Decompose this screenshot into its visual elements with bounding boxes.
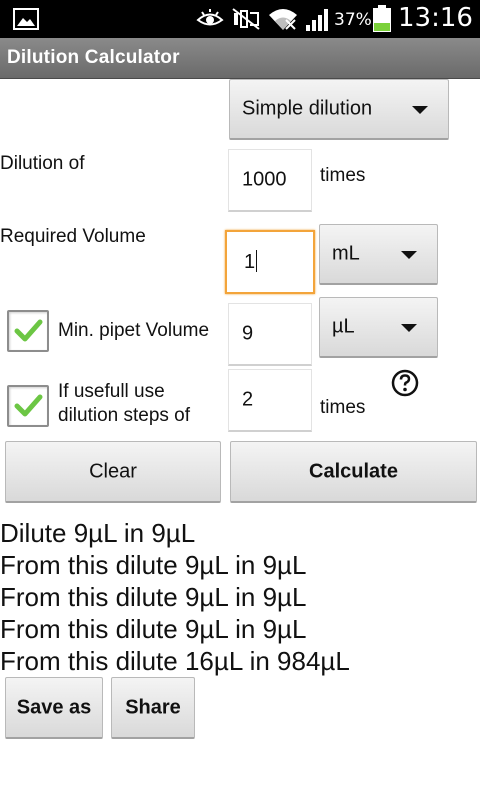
save-as-button-label: Save as xyxy=(16,696,92,718)
mute-icon xyxy=(231,7,261,36)
dilution-mode-spinner[interactable]: Simple dilution xyxy=(229,79,449,140)
dilution-steps-checkbox[interactable] xyxy=(7,385,49,427)
dilution-steps-label-line1: If usefull use xyxy=(58,381,165,402)
save-as-button[interactable]: Save as xyxy=(5,677,103,739)
text-cursor xyxy=(256,250,258,272)
min-pipet-checkbox[interactable] xyxy=(7,310,49,352)
required-volume-value: 1 xyxy=(244,251,256,273)
required-volume-unit: mL xyxy=(332,242,360,265)
signal-icon xyxy=(304,6,332,37)
share-button-label: Share xyxy=(125,696,181,718)
picture-icon xyxy=(13,8,39,35)
min-pipet-unit-spinner[interactable]: µL xyxy=(319,297,438,358)
clear-button-label: Clear xyxy=(89,460,137,482)
caret-down-icon xyxy=(412,106,428,114)
battery-icon xyxy=(371,5,393,38)
app-title: Dilution Calculator xyxy=(7,47,180,68)
dilution-steps-input[interactable]: 2 xyxy=(228,369,312,432)
min-pipet-value: 9 xyxy=(242,322,254,345)
min-pipet-label: Min. pipet Volume xyxy=(58,320,210,341)
caret-down-icon xyxy=(401,324,417,332)
dilution-mode-value: Simple dilution xyxy=(242,97,373,120)
result-line: Dilute 9µL in 9µL xyxy=(0,518,196,548)
dilution-of-label: Dilution of xyxy=(0,153,85,174)
app-title-bar: Dilution Calculator xyxy=(0,38,480,79)
battery-percent: 37% xyxy=(334,10,372,30)
min-pipet-unit: µL xyxy=(332,315,355,338)
calculate-button[interactable]: Calculate xyxy=(230,441,477,503)
checkmark-icon xyxy=(14,394,43,417)
checkmark-icon xyxy=(14,319,43,342)
result-line: From this dilute 9µL in 9µL xyxy=(0,582,307,612)
dilution-steps-value: 2 xyxy=(242,388,254,411)
share-button[interactable]: Share xyxy=(111,677,195,739)
dilution-of-unit: times xyxy=(320,165,366,186)
dilution-factor-input[interactable]: 1000 xyxy=(228,149,312,212)
required-volume-input[interactable]: 1 xyxy=(225,230,315,294)
help-icon[interactable] xyxy=(391,369,419,402)
min-pipet-input[interactable]: 9 xyxy=(228,303,312,366)
eye-icon xyxy=(196,8,224,35)
result-line: From this dilute 9µL in 9µL xyxy=(0,550,307,580)
dilution-factor-value: 1000 xyxy=(242,168,287,191)
required-volume-label: Required Volume xyxy=(0,226,146,247)
dilution-steps-label-line2: dilution steps of xyxy=(58,405,191,426)
dilution-steps-unit: times xyxy=(320,397,366,418)
calculate-button-label: Calculate xyxy=(309,460,398,482)
status-time: 13:16 xyxy=(398,3,473,33)
status-bar: 37% 13:16 xyxy=(0,0,480,38)
clear-button[interactable]: Clear xyxy=(5,441,221,503)
result-line: From this dilute 9µL in 9µL xyxy=(0,614,307,644)
caret-down-icon xyxy=(401,251,417,259)
required-volume-unit-spinner[interactable]: mL xyxy=(319,224,438,285)
wifi-icon xyxy=(268,6,298,37)
result-line: From this dilute 16µL in 984µL xyxy=(0,646,350,676)
